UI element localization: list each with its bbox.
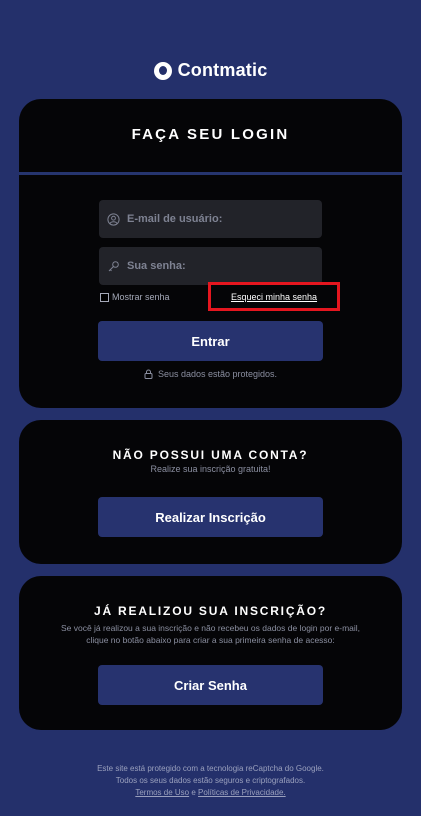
- footer-links: Termos de Uso e Políticas de Privacidade…: [0, 787, 421, 799]
- email-field[interactable]: E-mail de usuário:: [99, 200, 322, 238]
- footer: Este site está protegido com a tecnologi…: [0, 763, 421, 799]
- email-placeholder: E-mail de usuário:: [127, 213, 223, 225]
- footer-recaptcha-note: Este site está protegido com a tecnologi…: [97, 764, 324, 773]
- lock-icon: [144, 369, 153, 379]
- contmatic-logo-icon: [153, 61, 172, 80]
- password-field[interactable]: Sua senha:: [99, 247, 322, 285]
- create-password-description-line2: clique no botão abaixo para criar a sua …: [86, 635, 335, 645]
- signup-subtitle: Realize sua inscrição gratuita!: [150, 464, 271, 474]
- secure-note-text: Seus dados estão protegidos.: [157, 369, 278, 379]
- show-password-label: Mostrar senha: [112, 292, 170, 302]
- login-card: FAÇA SEU LOGIN E-mail de usuário: Sua se…: [19, 99, 402, 408]
- create-password-description: Se você já realizou a sua inscrição e nã…: [39, 622, 382, 646]
- signup-card: NÃO POSSUI UMA CONTA? Realize sua inscri…: [19, 420, 402, 564]
- forgot-password-highlight: Esqueci minha senha: [208, 282, 340, 311]
- show-password-toggle[interactable]: Mostrar senha: [100, 292, 170, 302]
- brand-logo: Contmatic: [0, 60, 421, 81]
- login-title: FAÇA SEU LOGIN: [131, 126, 290, 143]
- terms-link[interactable]: Termos de Uso: [135, 788, 189, 797]
- create-password-card: JÁ REALIZOU SUA INSCRIÇÃO? Se você já re…: [19, 576, 402, 730]
- secure-note: Seus dados estão protegidos.: [19, 369, 402, 379]
- footer-security-note: Todos os seus dados estão seguros e crip…: [115, 776, 306, 785]
- password-placeholder: Sua senha:: [127, 260, 186, 272]
- signup-title: NÃO POSSUI UMA CONTA?: [112, 448, 309, 462]
- brand-name: Contmatic: [177, 60, 268, 80]
- create-password-description-line1: Se você já realizou a sua inscrição e nã…: [60, 623, 361, 633]
- privacy-link[interactable]: Políticas de Privacidade.: [198, 788, 286, 797]
- footer-conjunction: e: [191, 788, 196, 797]
- forgot-password-link[interactable]: Esqueci minha senha: [231, 292, 317, 302]
- show-password-checkbox[interactable]: [100, 292, 109, 302]
- create-password-button[interactable]: Criar Senha: [98, 665, 323, 705]
- login-button[interactable]: Entrar: [98, 321, 323, 361]
- login-divider: [19, 172, 402, 175]
- user-icon: [107, 212, 120, 226]
- signup-button[interactable]: Realizar Inscrição: [98, 497, 323, 537]
- create-password-title: JÁ REALIZOU SUA INSCRIÇÃO?: [93, 604, 328, 618]
- key-icon: [108, 260, 119, 271]
